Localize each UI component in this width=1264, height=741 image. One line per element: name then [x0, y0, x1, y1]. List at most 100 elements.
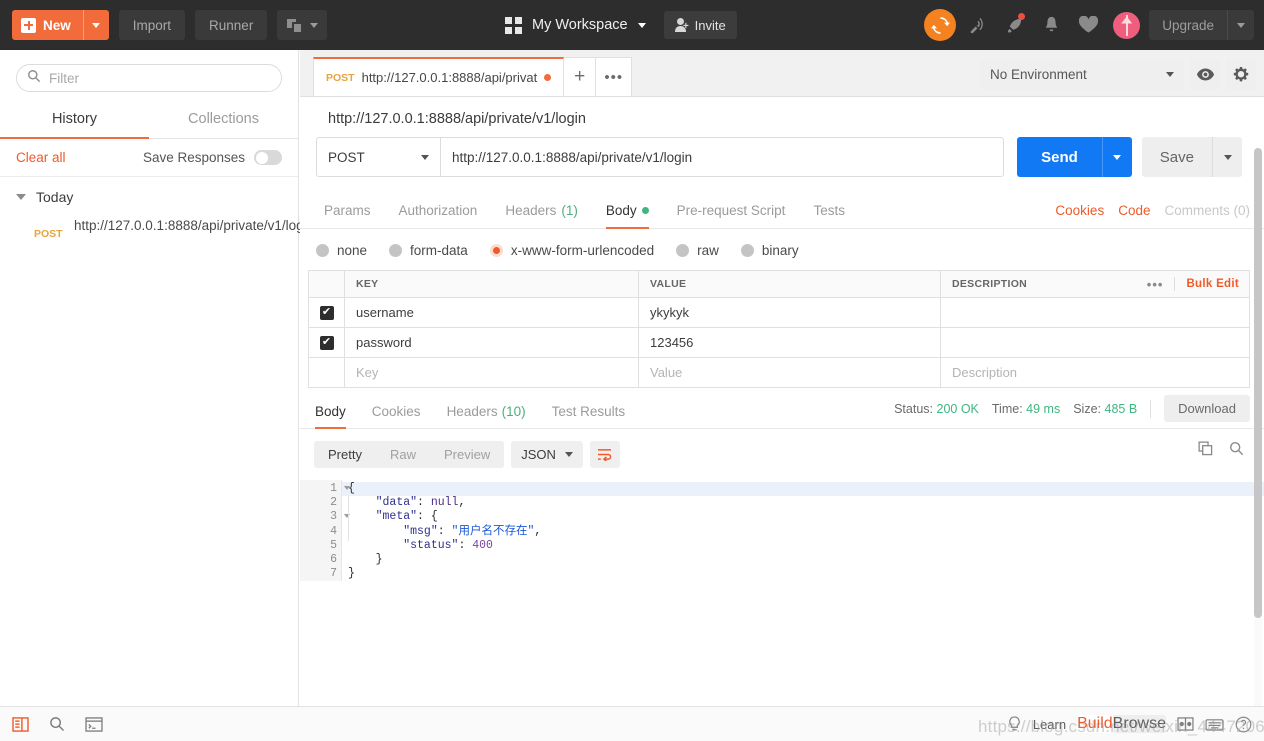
satellite-icon[interactable]	[961, 9, 993, 41]
response-body-viewer[interactable]: 1234567 { "data": null, "meta": { "msg":…	[300, 480, 1264, 582]
keyboard-icon[interactable]	[1205, 717, 1224, 731]
send-dropdown-button[interactable]	[1101, 137, 1132, 177]
upgrade-dropdown[interactable]	[1227, 10, 1254, 40]
avatar[interactable]	[1113, 11, 1141, 39]
new-param-description-placeholder[interactable]: Description	[952, 365, 1017, 380]
param-key[interactable]: username	[356, 305, 414, 320]
search-icon[interactable]	[1229, 441, 1244, 461]
response-tab-cookies[interactable]: Cookies	[359, 404, 434, 428]
body-type-raw[interactable]: raw	[676, 243, 735, 258]
view-preview[interactable]: Preview	[430, 441, 504, 468]
runner-button[interactable]: Runner	[195, 10, 268, 40]
tab-authorization[interactable]: Authorization	[385, 203, 492, 228]
param-key[interactable]: password	[356, 335, 412, 350]
environment-quick-look-button[interactable]	[1190, 59, 1220, 90]
two-pane-layout-icon[interactable]	[1177, 717, 1194, 731]
save-responses-toggle[interactable]	[254, 150, 282, 165]
new-request-tab-button[interactable]: +	[564, 57, 597, 96]
tabstrip-more-button[interactable]: •••	[596, 57, 633, 96]
tab-body[interactable]: Body	[592, 203, 663, 229]
upgrade-button-group[interactable]: Upgrade	[1149, 10, 1254, 40]
save-button[interactable]: Save	[1141, 137, 1212, 177]
invite-button[interactable]: + Invite	[663, 11, 737, 39]
rocket-icon[interactable]	[998, 9, 1030, 41]
new-param-key-placeholder[interactable]: Key	[356, 365, 378, 380]
learn-label[interactable]: Learn	[1033, 717, 1066, 732]
fold-toggle-icon[interactable]	[344, 486, 350, 490]
download-button[interactable]: Download	[1164, 395, 1250, 422]
scrollbar-thumb[interactable]	[1254, 148, 1262, 618]
cookies-link[interactable]: Cookies	[1055, 203, 1104, 218]
table-row[interactable]: ✔ username ykykyk	[309, 298, 1249, 328]
new-button[interactable]: New	[12, 10, 83, 40]
console-icon[interactable]	[85, 716, 103, 732]
clear-all-button[interactable]: Clear all	[16, 150, 66, 165]
url-input[interactable]: http://127.0.0.1:8888/api/private/v1/log…	[440, 137, 1005, 177]
help-icon[interactable]	[1235, 716, 1252, 733]
filter-search-box[interactable]	[16, 64, 282, 92]
heart-icon[interactable]	[1072, 9, 1104, 41]
response-tab-headers[interactable]: Headers (10)	[434, 404, 539, 428]
search-icon[interactable]	[49, 716, 65, 732]
search-icon	[27, 69, 41, 88]
code-link[interactable]: Code	[1118, 203, 1150, 218]
import-button[interactable]: Import	[118, 10, 186, 40]
indent-guide	[348, 496, 349, 541]
tab-pre-request-script[interactable]: Pre-request Script	[663, 203, 800, 228]
history-group-today[interactable]: Today	[0, 177, 298, 213]
response-tab-body[interactable]: Body	[308, 404, 359, 429]
table-row-new[interactable]: Key Value Description	[309, 358, 1249, 388]
body-type-binary[interactable]: binary	[740, 243, 815, 258]
table-row[interactable]: ✔ password 123456	[309, 328, 1249, 358]
row-checkbox-cell[interactable]: ✔	[309, 328, 345, 357]
workspace-selector[interactable]: My Workspace + Invite	[505, 0, 737, 50]
filter-input[interactable]	[49, 70, 271, 86]
response-code[interactable]: { "data": null, "meta": { "msg": "用户名不存在…	[342, 480, 1264, 582]
response-tab-test-results[interactable]: Test Results	[539, 404, 639, 428]
new-button-group[interactable]: New	[12, 10, 109, 40]
body-type-form-data[interactable]: form-data	[389, 243, 484, 258]
environment-select[interactable]: No Environment	[980, 59, 1184, 90]
tab-headers[interactable]: Headers (1)	[491, 203, 592, 228]
sidebar-tab-history[interactable]: History	[0, 102, 149, 139]
vertical-scrollbar[interactable]	[1254, 148, 1262, 741]
main-panel: POST http://127.0.0.1:8888/api/privat + …	[300, 50, 1264, 741]
body-type-urlencoded[interactable]: x-www-form-urlencoded	[489, 243, 670, 258]
view-pretty[interactable]: Pretty	[314, 441, 376, 468]
build-tab[interactable]: Build	[1077, 715, 1113, 733]
save-dropdown-button[interactable]	[1212, 137, 1242, 177]
copy-icon[interactable]	[1198, 441, 1213, 461]
table-more-button[interactable]: •••	[1147, 277, 1164, 292]
new-tab-button[interactable]	[277, 10, 328, 40]
view-raw[interactable]: Raw	[376, 441, 430, 468]
code-line: "msg": "用户名不存在",	[342, 525, 1264, 539]
http-method-select[interactable]: POST	[316, 137, 440, 177]
param-value[interactable]: 123456	[650, 335, 693, 350]
sidebar-toggle-icon[interactable]	[12, 716, 29, 732]
tab-params[interactable]: Params	[316, 203, 385, 228]
checkbox-checked-icon[interactable]: ✔	[319, 335, 334, 350]
body-type-none[interactable]: none	[316, 243, 383, 258]
wrap-lines-icon[interactable]	[589, 441, 620, 468]
comments-link[interactable]: Comments (0)	[1164, 203, 1250, 218]
sidebar-tab-collections[interactable]: Collections	[149, 102, 298, 138]
tab-tests[interactable]: Tests	[799, 203, 859, 228]
request-tab[interactable]: POST http://127.0.0.1:8888/api/privat	[313, 57, 565, 96]
browse-tab[interactable]: Browse	[1112, 715, 1166, 733]
tab-label: Authorization	[398, 203, 478, 218]
sync-icon[interactable]	[924, 9, 957, 41]
new-param-value-placeholder[interactable]: Value	[650, 365, 682, 380]
param-value[interactable]: ykykyk	[650, 305, 689, 320]
response-language-select[interactable]: JSON	[511, 441, 583, 468]
send-button[interactable]: Send	[1017, 137, 1102, 177]
row-checkbox-cell[interactable]: ✔	[309, 298, 345, 327]
row-checkbox-cell[interactable]	[309, 358, 345, 387]
environment-settings-button[interactable]	[1226, 59, 1256, 90]
bell-icon[interactable]	[1035, 9, 1067, 41]
checkbox-checked-icon[interactable]: ✔	[319, 305, 334, 320]
fold-toggle-icon[interactable]	[344, 514, 350, 519]
bulk-edit-button[interactable]: Bulk Edit	[1186, 278, 1239, 290]
new-button-dropdown[interactable]	[82, 10, 109, 40]
list-item[interactable]: POST http://127.0.0.1:8888/api/private/v…	[0, 213, 314, 246]
